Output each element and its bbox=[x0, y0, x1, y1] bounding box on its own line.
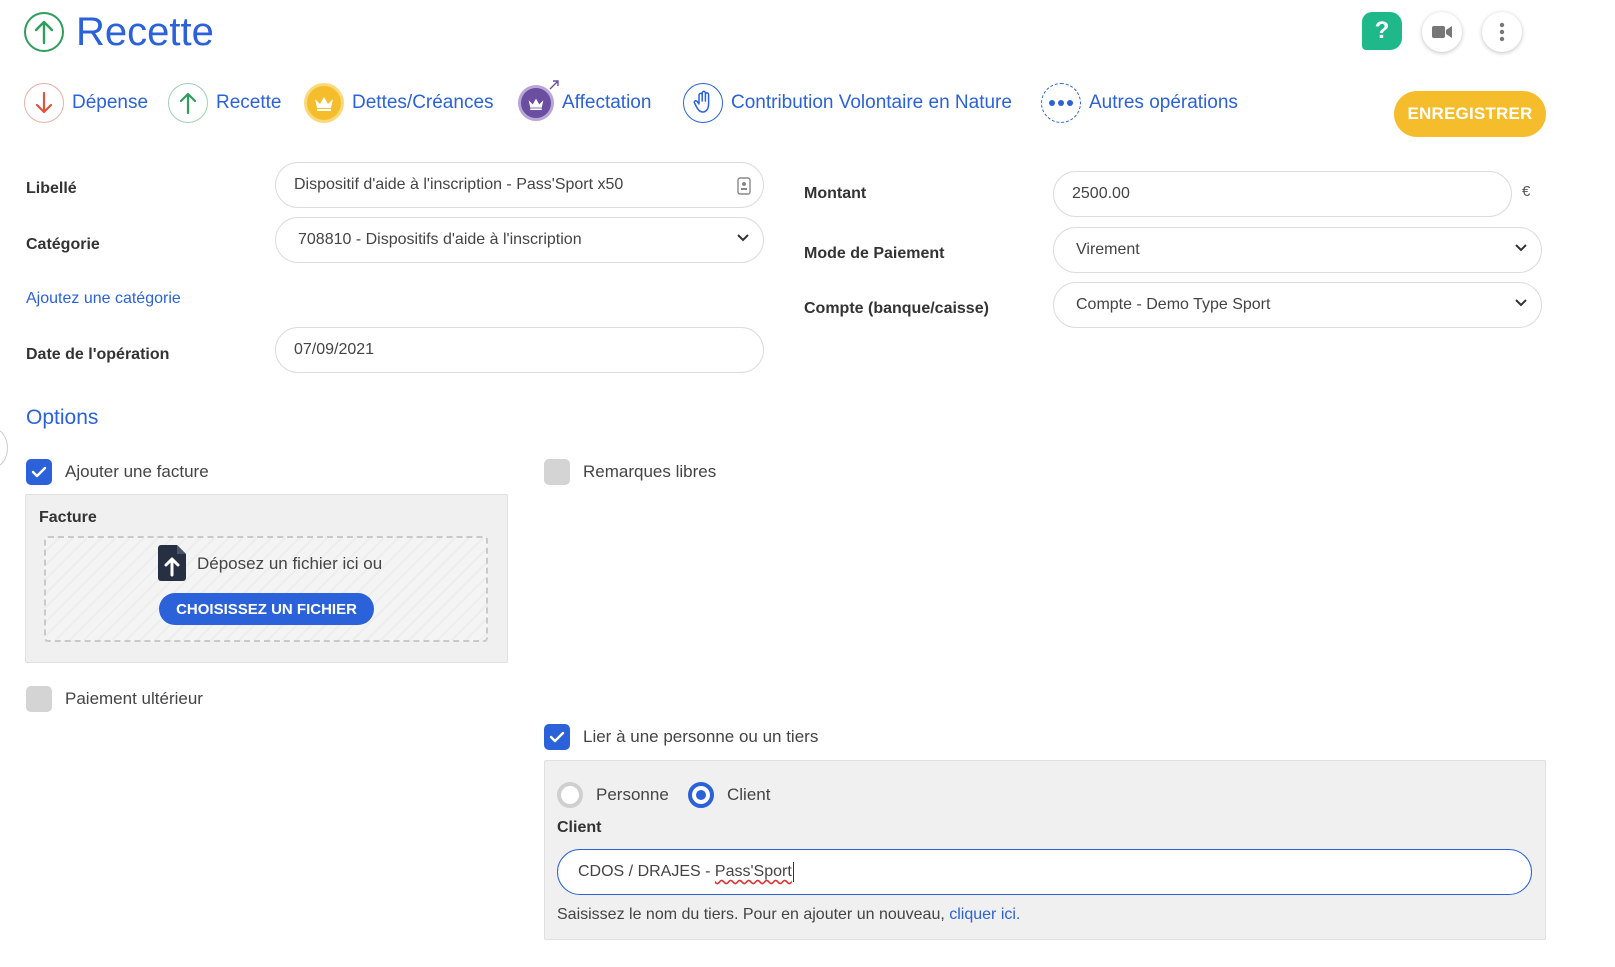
op-dettes-label: Dettes/Créances bbox=[352, 92, 494, 113]
crown-icon bbox=[304, 83, 344, 123]
categorie-select[interactable]: 708810 - Dispositifs d'aide à l'inscript… bbox=[275, 217, 764, 263]
date-value: 07/09/2021 bbox=[294, 341, 375, 358]
categorie-label: Catégorie bbox=[26, 236, 100, 253]
compte-value: Compte - Demo Type Sport bbox=[1076, 296, 1271, 313]
date-input[interactable]: 07/09/2021 bbox=[275, 327, 764, 373]
radio-personne-label: Personne bbox=[596, 785, 669, 804]
montant-label: Montant bbox=[804, 185, 867, 202]
text-cursor bbox=[792, 862, 794, 882]
more-horizontal-icon bbox=[1041, 83, 1081, 123]
invoice-title: Facture bbox=[39, 509, 97, 526]
video-button[interactable] bbox=[1422, 12, 1462, 52]
contact-card-icon bbox=[737, 177, 751, 195]
later-payment-label: Paiement ultérieur bbox=[65, 689, 203, 708]
op-autres[interactable]: Autres opérations bbox=[1041, 82, 1238, 124]
hand-icon bbox=[683, 83, 723, 123]
arrow-down-icon bbox=[24, 83, 64, 123]
op-affectation-label: Affectation bbox=[562, 92, 652, 113]
tiers-help: Saisissez le nom du tiers. Pour en ajout… bbox=[557, 906, 1020, 924]
tiers-help-text: Saisissez le nom du tiers. Pour en ajout… bbox=[557, 906, 950, 923]
drop-text: Déposez un fichier ici ou bbox=[197, 554, 383, 573]
libelle-value: Dispositif d'aide à l'inscription - Pass… bbox=[294, 176, 624, 193]
op-affectation[interactable]: Affectation bbox=[518, 80, 652, 124]
client-input[interactable]: CDOS / DRAJES - Pass'Sport bbox=[557, 849, 1532, 895]
add-category-link[interactable]: Ajoutez une catégorie bbox=[26, 290, 181, 308]
add-tiers-link[interactable]: cliquer ici. bbox=[949, 906, 1020, 923]
link-person-label: Lier à une personne ou un tiers bbox=[583, 727, 819, 746]
check-icon bbox=[549, 731, 565, 743]
crown-arrow-icon bbox=[518, 80, 559, 121]
link-person-checkbox[interactable] bbox=[544, 724, 570, 750]
save-button[interactable]: ENREGISTRER bbox=[1394, 91, 1546, 137]
help-button[interactable]: ? bbox=[1362, 12, 1402, 50]
file-upload-icon bbox=[156, 544, 188, 587]
chevron-down-icon bbox=[1515, 244, 1527, 252]
categorie-value: 708810 - Dispositifs d'aide à l'inscript… bbox=[298, 231, 582, 248]
currency-symbol: € bbox=[1522, 183, 1531, 200]
later-payment-checkbox[interactable] bbox=[26, 686, 52, 712]
add-invoice-label: Ajouter une facture bbox=[65, 462, 209, 481]
op-depense-label: Dépense bbox=[72, 92, 149, 113]
side-toggle-handle[interactable] bbox=[0, 428, 8, 468]
op-recette[interactable]: Recette bbox=[168, 82, 281, 124]
choose-file-button[interactable]: CHOISISSEZ UN FICHIER bbox=[159, 593, 374, 625]
op-dettes[interactable]: Dettes/Créances bbox=[304, 82, 494, 124]
remarks-label: Remarques libres bbox=[583, 462, 717, 481]
chevron-down-icon bbox=[1515, 299, 1527, 307]
radio-client[interactable] bbox=[688, 782, 714, 808]
montant-value: 2500.00 bbox=[1072, 185, 1130, 202]
chevron-down-icon bbox=[737, 234, 749, 242]
mode-paiement-value: Virement bbox=[1076, 241, 1140, 258]
page-title: Recette bbox=[76, 10, 214, 54]
remarks-checkbox[interactable] bbox=[544, 459, 570, 485]
date-label: Date de l'opération bbox=[26, 346, 170, 363]
radio-personne[interactable] bbox=[557, 782, 583, 808]
libelle-input[interactable]: Dispositif d'aide à l'inscription - Pass… bbox=[275, 162, 764, 208]
op-autres-label: Autres opérations bbox=[1089, 92, 1238, 113]
mode-paiement-select[interactable]: Virement bbox=[1053, 227, 1542, 273]
client-value-prefix: CDOS / DRAJES - bbox=[578, 863, 715, 880]
op-contribution-label: Contribution Volontaire en Nature bbox=[731, 92, 1012, 113]
recette-title-icon bbox=[24, 12, 64, 52]
check-icon bbox=[31, 466, 47, 478]
op-recette-label: Recette bbox=[216, 92, 282, 113]
client-value-suffix: Pass'Sport bbox=[714, 863, 792, 880]
client-title: Client bbox=[557, 819, 602, 836]
op-contribution[interactable]: Contribution Volontaire en Nature bbox=[683, 82, 1012, 124]
options-title: Options bbox=[26, 406, 99, 429]
mode-paiement-label: Mode de Paiement bbox=[804, 245, 945, 262]
add-invoice-checkbox[interactable] bbox=[26, 459, 52, 485]
compte-label: Compte (banque/caisse) bbox=[804, 300, 989, 317]
montant-input[interactable]: 2500.00 bbox=[1053, 171, 1512, 217]
file-dropzone[interactable] bbox=[44, 536, 488, 642]
radio-client-label: Client bbox=[727, 785, 771, 804]
libelle-label: Libellé bbox=[26, 180, 77, 197]
more-menu-button[interactable] bbox=[1482, 12, 1522, 52]
op-depense[interactable]: Dépense bbox=[24, 82, 148, 124]
arrow-up-icon bbox=[168, 83, 208, 123]
more-vertical-icon bbox=[1499, 22, 1505, 42]
video-camera-icon bbox=[1432, 26, 1452, 38]
compte-select[interactable]: Compte - Demo Type Sport bbox=[1053, 282, 1542, 328]
